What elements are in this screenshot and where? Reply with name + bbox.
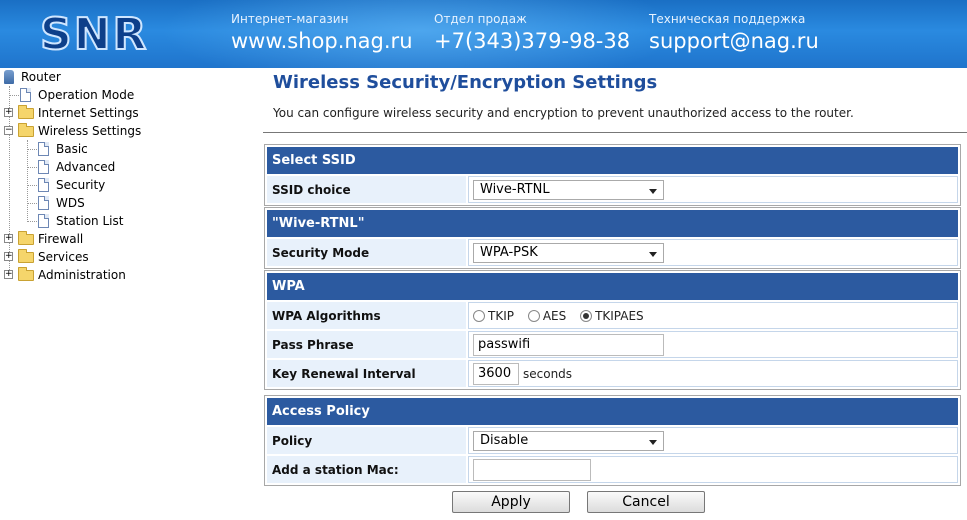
- sidebar-item-wds[interactable]: WDS: [0, 194, 250, 212]
- sidebar-item-label: Operation Mode: [38, 88, 135, 102]
- shop-caption: Интернет-магазин: [231, 12, 349, 26]
- radio-tkip[interactable]: TKIP: [473, 309, 514, 323]
- ssid-choice-label: SSID choice: [267, 176, 466, 203]
- sidebar-item-station-list[interactable]: Station List: [0, 212, 250, 230]
- sidebar-item-label: Services: [38, 250, 89, 264]
- folder-icon: [18, 105, 34, 119]
- section-header: WPA: [267, 273, 958, 300]
- add-mac-label: Add a station Mac:: [267, 456, 466, 483]
- sidebar-item-label: Router: [21, 70, 61, 84]
- radio-label: TKIPAES: [595, 308, 644, 323]
- support-contact: Техническая поддержка support@nag.ru: [649, 12, 819, 54]
- radio-tkipaes[interactable]: TKIPAES: [580, 309, 644, 323]
- support-caption: Техническая поддержка: [649, 12, 806, 26]
- sidebar-item-label: Firewall: [38, 232, 84, 246]
- sidebar-item-advanced[interactable]: Advanced: [0, 158, 250, 176]
- seconds-unit: seconds: [523, 366, 573, 381]
- radio-button[interactable]: [527, 310, 540, 323]
- page-icon: [38, 160, 49, 174]
- sidebar-item-administration[interactable]: + Administration: [0, 266, 250, 284]
- expand-icon[interactable]: +: [4, 234, 13, 243]
- policy-select[interactable]: Disable: [473, 430, 664, 451]
- sidebar-item-label: WDS: [56, 196, 85, 210]
- section-header: Access Policy: [267, 398, 958, 425]
- policy-label: Policy: [267, 427, 466, 454]
- page-icon: [38, 214, 49, 228]
- pass-phrase-input[interactable]: passwifi: [473, 333, 664, 356]
- sidebar-item-label: Wireless Settings: [38, 124, 142, 138]
- sidebar-item-security[interactable]: Security: [0, 176, 250, 194]
- router-icon: [4, 70, 14, 84]
- folder-icon: [18, 231, 34, 245]
- cancel-button[interactable]: Cancel: [587, 491, 705, 513]
- brand-logo[interactable]: SNR: [39, 11, 148, 59]
- wpa-table: WPA WPA Algorithms TKIP AES TKIPAES Pass…: [264, 270, 961, 390]
- page-icon: [38, 142, 49, 156]
- sales-phone: +7(343)379-98-38: [434, 29, 631, 53]
- page-intro: You can configure wireless security and …: [273, 106, 854, 120]
- page-title: Wireless Security/Encryption Settings: [273, 72, 658, 93]
- wpa-algorithms-label: WPA Algorithms: [267, 302, 466, 329]
- key-renewal-input[interactable]: 3600: [473, 362, 519, 385]
- apply-button[interactable]: Apply: [452, 491, 570, 513]
- select-ssid-table: Select SSID SSID choice Wive-RTNL: [264, 144, 961, 206]
- sales-caption: Отдел продаж: [434, 12, 527, 26]
- sidebar-item-label: Security: [56, 178, 106, 192]
- expand-icon[interactable]: +: [4, 270, 13, 279]
- folder-open-icon: [18, 123, 34, 137]
- radio-button-selected[interactable]: [580, 310, 593, 323]
- pass-phrase-label: Pass Phrase: [267, 331, 466, 358]
- sidebar-item-label: Basic: [56, 142, 88, 156]
- sidebar-item-label: Station List: [56, 214, 124, 228]
- section-header: "Wive-RTNL": [267, 210, 958, 237]
- sidebar-item-label: Internet Settings: [38, 106, 139, 120]
- access-policy-table: Access Policy Policy Disable Add a stati…: [264, 395, 961, 486]
- ssid-choice-select[interactable]: Wive-RTNL: [473, 179, 664, 200]
- sidebar-item-services[interactable]: + Services: [0, 248, 250, 266]
- section-header: Select SSID: [267, 147, 958, 174]
- key-renewal-label: Key Renewal Interval: [267, 360, 466, 387]
- page-icon: [38, 196, 49, 210]
- sales-contact: Отдел продаж +7(343)379-98-38: [434, 12, 630, 54]
- shop-contact: Интернет-магазин www.shop.nag.ru: [231, 12, 413, 54]
- sidebar-item-internet-settings[interactable]: + Internet Settings: [0, 104, 250, 122]
- sidebar-item-label: Advanced: [56, 160, 116, 174]
- radio-label: TKIP: [488, 308, 514, 323]
- expand-icon[interactable]: +: [4, 252, 13, 261]
- security-mode-select[interactable]: WPA-PSK: [473, 242, 664, 263]
- folder-icon: [18, 249, 34, 263]
- sidebar-item-router[interactable]: Router: [0, 68, 250, 86]
- ssid-security-table: "Wive-RTNL" Security Mode WPA-PSK: [264, 207, 961, 269]
- folder-icon: [18, 267, 34, 281]
- radio-button[interactable]: [473, 310, 485, 323]
- sidebar-item-basic[interactable]: Basic: [0, 140, 250, 158]
- sidebar-item-wireless-settings[interactable]: − Wireless Settings: [0, 122, 250, 140]
- add-mac-input[interactable]: [473, 458, 591, 481]
- sidebar-item-label: Administration: [38, 268, 126, 282]
- radio-label: AES: [542, 308, 567, 323]
- sidebar-item-firewall[interactable]: + Firewall: [0, 230, 250, 248]
- page-icon: [20, 88, 31, 102]
- collapse-icon[interactable]: −: [4, 126, 13, 135]
- sidebar-item-operation-mode[interactable]: Operation Mode: [0, 86, 250, 104]
- divider: [263, 132, 967, 133]
- security-mode-label: Security Mode: [267, 239, 466, 266]
- shop-link[interactable]: www.shop.nag.ru: [231, 28, 413, 54]
- support-email[interactable]: support@nag.ru: [649, 28, 819, 54]
- expand-icon[interactable]: +: [4, 108, 13, 117]
- radio-aes[interactable]: AES: [527, 308, 567, 323]
- header-banner: SNR Интернет-магазин www.shop.nag.ru Отд…: [0, 0, 967, 68]
- page-icon: [38, 178, 49, 192]
